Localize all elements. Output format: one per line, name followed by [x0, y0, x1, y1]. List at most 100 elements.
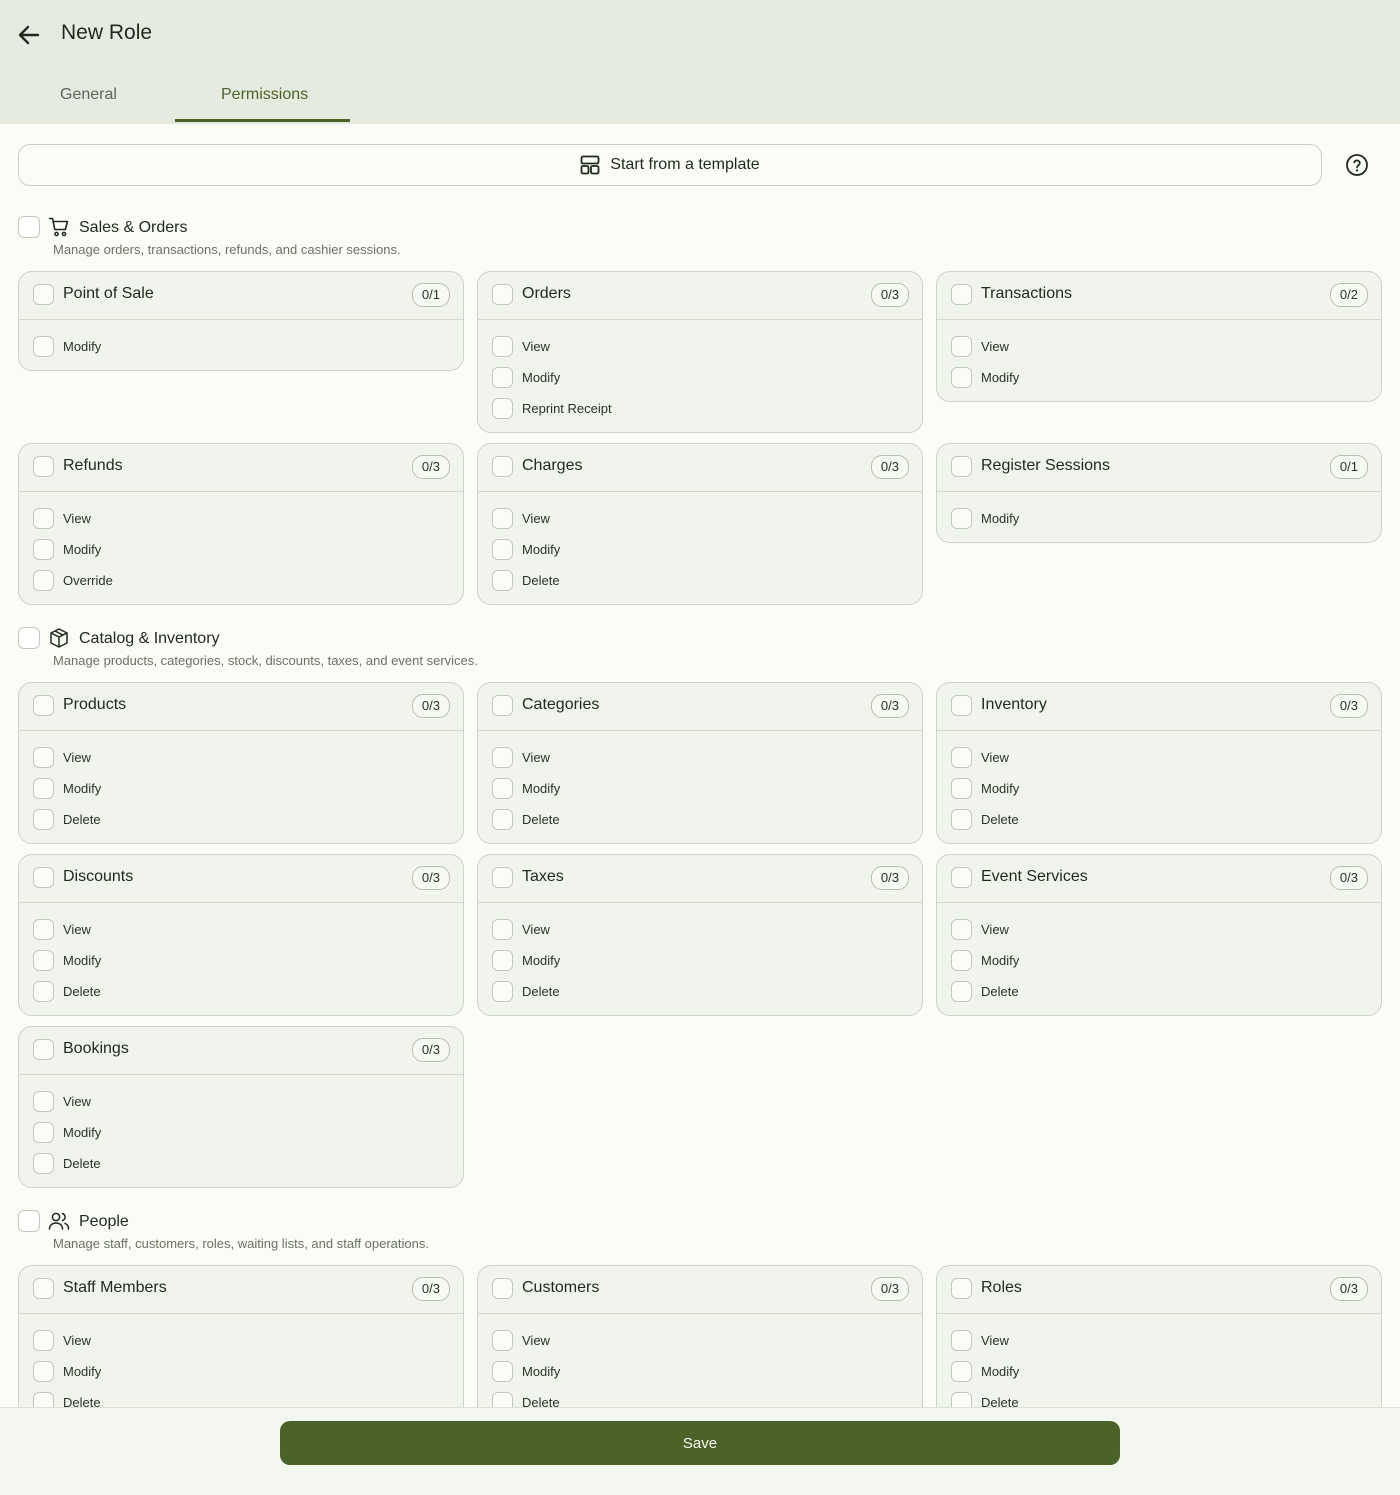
- permission-item[interactable]: Modify: [19, 946, 463, 977]
- card-select-all-checkbox[interactable]: [492, 284, 513, 305]
- permission-item[interactable]: View: [478, 915, 922, 946]
- card-select-all-checkbox[interactable]: [492, 1278, 513, 1299]
- permission-checkbox[interactable]: [951, 809, 972, 830]
- card-select-all-checkbox[interactable]: [33, 1278, 54, 1299]
- permission-checkbox[interactable]: [492, 981, 513, 1002]
- permission-item[interactable]: Delete: [19, 805, 463, 836]
- card-select-all-checkbox[interactable]: [33, 1039, 54, 1060]
- permission-checkbox[interactable]: [951, 367, 972, 388]
- permission-checkbox[interactable]: [951, 1330, 972, 1351]
- permission-checkbox[interactable]: [492, 747, 513, 768]
- permission-item[interactable]: View: [19, 743, 463, 774]
- permission-item[interactable]: Delete: [937, 1388, 1381, 1407]
- permission-checkbox[interactable]: [33, 1091, 54, 1112]
- permission-checkbox[interactable]: [492, 508, 513, 529]
- permission-checkbox[interactable]: [951, 747, 972, 768]
- section-sales-orders-checkbox[interactable]: [18, 216, 40, 238]
- permission-item[interactable]: Modify: [478, 1357, 922, 1388]
- card-select-all-checkbox[interactable]: [492, 695, 513, 716]
- permission-item[interactable]: Modify: [478, 774, 922, 805]
- permission-checkbox[interactable]: [33, 950, 54, 971]
- permission-checkbox[interactable]: [492, 570, 513, 591]
- card-select-all-checkbox[interactable]: [951, 695, 972, 716]
- permission-checkbox[interactable]: [33, 1330, 54, 1351]
- permission-item[interactable]: View: [19, 504, 463, 535]
- permission-checkbox[interactable]: [492, 1392, 513, 1407]
- permission-checkbox[interactable]: [33, 747, 54, 768]
- card-select-all-checkbox[interactable]: [33, 456, 54, 477]
- permission-item[interactable]: View: [937, 1326, 1381, 1357]
- permission-checkbox[interactable]: [951, 336, 972, 357]
- permission-item[interactable]: View: [19, 1087, 463, 1118]
- card-select-all-checkbox[interactable]: [33, 284, 54, 305]
- permission-item[interactable]: Modify: [937, 1357, 1381, 1388]
- permission-checkbox[interactable]: [33, 336, 54, 357]
- card-select-all-checkbox[interactable]: [492, 867, 513, 888]
- start-from-template-button[interactable]: Start from a template: [18, 144, 1322, 186]
- permission-item[interactable]: Modify: [19, 1357, 463, 1388]
- permission-checkbox[interactable]: [492, 919, 513, 940]
- card-select-all-checkbox[interactable]: [951, 456, 972, 477]
- permission-item[interactable]: View: [478, 332, 922, 363]
- section-people-checkbox[interactable]: [18, 1210, 40, 1232]
- permission-checkbox[interactable]: [492, 1361, 513, 1382]
- permission-checkbox[interactable]: [33, 1122, 54, 1143]
- permission-item[interactable]: View: [478, 1326, 922, 1357]
- permission-item[interactable]: Override: [19, 566, 463, 597]
- back-arrow-icon[interactable]: [14, 20, 44, 50]
- permission-checkbox[interactable]: [33, 1361, 54, 1382]
- permission-item[interactable]: Delete: [19, 1388, 463, 1407]
- permission-checkbox[interactable]: [951, 950, 972, 971]
- permission-checkbox[interactable]: [33, 1153, 54, 1174]
- card-select-all-checkbox[interactable]: [33, 695, 54, 716]
- permission-checkbox[interactable]: [951, 981, 972, 1002]
- permission-item[interactable]: Modify: [19, 535, 463, 566]
- save-button[interactable]: Save: [280, 1421, 1120, 1465]
- permission-item[interactable]: Modify: [937, 363, 1381, 394]
- permission-checkbox[interactable]: [33, 1392, 54, 1407]
- permission-checkbox[interactable]: [951, 1392, 972, 1407]
- permission-item[interactable]: Delete: [478, 805, 922, 836]
- permission-item[interactable]: Modify: [478, 946, 922, 977]
- permission-checkbox[interactable]: [33, 809, 54, 830]
- permission-item[interactable]: View: [19, 1326, 463, 1357]
- permission-item[interactable]: Delete: [937, 805, 1381, 836]
- permission-item[interactable]: Modify: [19, 774, 463, 805]
- permission-item[interactable]: View: [937, 743, 1381, 774]
- card-select-all-checkbox[interactable]: [951, 867, 972, 888]
- permission-item[interactable]: Delete: [478, 1388, 922, 1407]
- card-select-all-checkbox[interactable]: [951, 284, 972, 305]
- permission-checkbox[interactable]: [33, 539, 54, 560]
- permission-checkbox[interactable]: [492, 778, 513, 799]
- permission-item[interactable]: View: [937, 915, 1381, 946]
- tab-permissions[interactable]: Permissions: [221, 86, 308, 104]
- card-select-all-checkbox[interactable]: [951, 1278, 972, 1299]
- permission-item[interactable]: Delete: [19, 977, 463, 1008]
- question-circle-icon[interactable]: [1345, 153, 1369, 177]
- permission-checkbox[interactable]: [33, 508, 54, 529]
- permission-item[interactable]: Modify: [19, 332, 463, 363]
- permission-item[interactable]: Modify: [478, 535, 922, 566]
- permission-item[interactable]: Modify: [937, 774, 1381, 805]
- permission-checkbox[interactable]: [492, 336, 513, 357]
- permission-checkbox[interactable]: [492, 367, 513, 388]
- permission-checkbox[interactable]: [33, 981, 54, 1002]
- permission-checkbox[interactable]: [33, 570, 54, 591]
- permission-item[interactable]: Delete: [19, 1149, 463, 1180]
- permissions-content[interactable]: Start from a template Sales & Orders Man…: [0, 124, 1400, 1407]
- permission-item[interactable]: Modify: [937, 946, 1381, 977]
- permission-checkbox[interactable]: [492, 950, 513, 971]
- permission-checkbox[interactable]: [33, 919, 54, 940]
- permission-checkbox[interactable]: [492, 539, 513, 560]
- permission-item[interactable]: Modify: [478, 363, 922, 394]
- permission-checkbox[interactable]: [492, 1330, 513, 1351]
- card-select-all-checkbox[interactable]: [492, 456, 513, 477]
- permission-item[interactable]: Delete: [478, 977, 922, 1008]
- permission-item[interactable]: Delete: [937, 977, 1381, 1008]
- permission-item[interactable]: Modify: [937, 504, 1381, 535]
- permission-item[interactable]: View: [478, 504, 922, 535]
- permission-checkbox[interactable]: [951, 508, 972, 529]
- section-catalog-inventory-checkbox[interactable]: [18, 627, 40, 649]
- permission-item[interactable]: Delete: [478, 566, 922, 597]
- permission-item[interactable]: View: [478, 743, 922, 774]
